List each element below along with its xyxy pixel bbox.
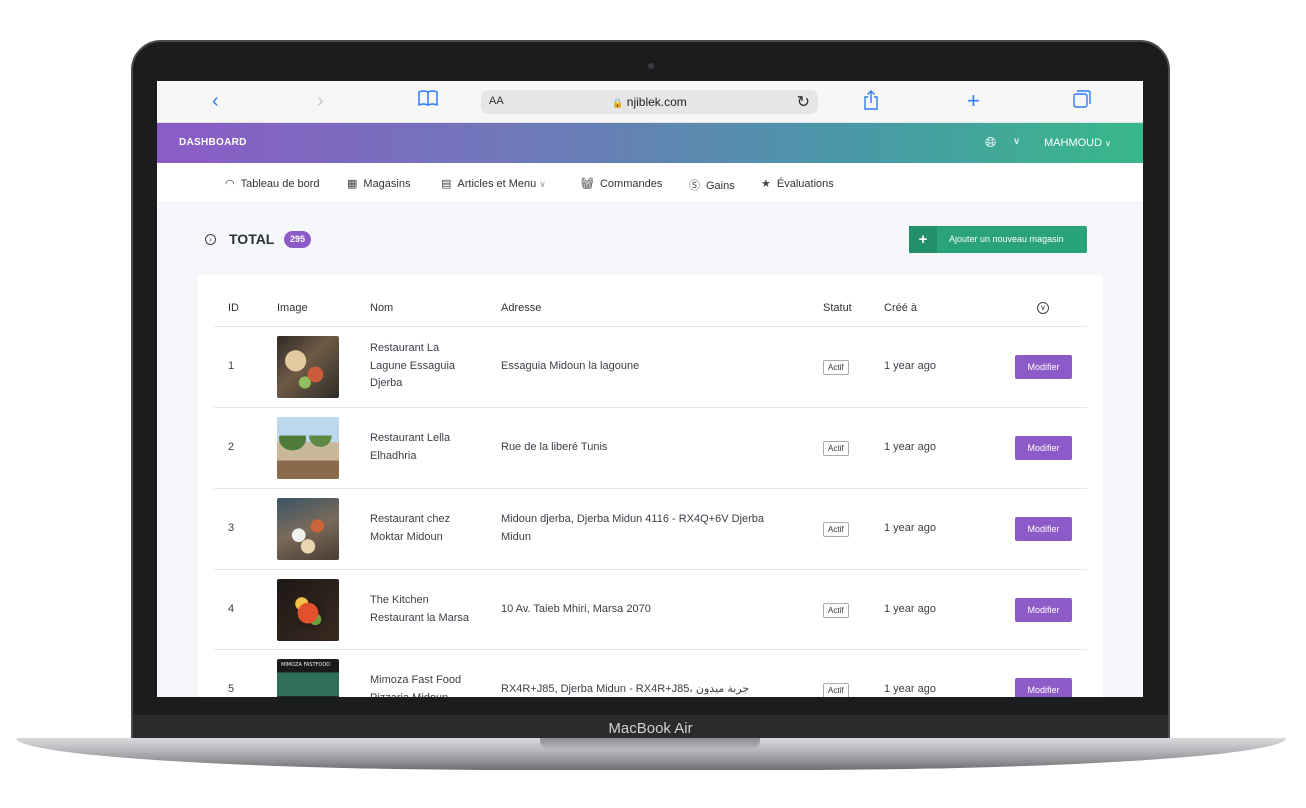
chevron-down-icon: ∨ — [539, 179, 546, 189]
url-text: njiblek.com — [626, 95, 687, 109]
plus-icon: + — [909, 226, 937, 253]
lock-icon: 🔒 — [612, 98, 624, 108]
reload-icon[interactable]: ↻ — [797, 92, 810, 112]
user-menu[interactable]: MAHMOUD ∨ — [1044, 137, 1111, 149]
store-address: Essaguia Midoun la lagoune — [501, 360, 640, 372]
row-id: 5 — [228, 683, 235, 695]
row-id: 4 — [228, 603, 235, 615]
add-store-button[interactable]: + Ajouter un nouveau magasin — [909, 226, 1087, 253]
status-badge: Actif — [823, 441, 849, 456]
chevron-circle-icon[interactable]: › — [205, 234, 216, 245]
column-address[interactable]: Adresse — [501, 302, 541, 314]
globe-icon[interactable]: 🌐︎ — [985, 134, 996, 151]
gauge-icon: ◠ — [225, 178, 235, 190]
forward-icon[interactable]: › — [317, 90, 324, 112]
brand-logo[interactable]: DASHBOARD — [179, 137, 247, 148]
store-name: Restaurant Lella Elhadhria — [370, 432, 451, 462]
total-count-badge: 295 — [284, 231, 312, 248]
nav-item-menu[interactable]: ▤ Articles et Menu ∨ — [441, 177, 546, 190]
store-image: MIMOZA FASTFOOD — [277, 659, 339, 697]
store-image — [277, 579, 339, 641]
store-address: RX4R+J85, Djerba Midun - RX4R+J85، جربة … — [501, 683, 750, 695]
status-badge: Actif — [823, 522, 849, 537]
nav-item-orders[interactable]: 🧺︎ Commandes — [580, 177, 662, 190]
table-row: 5 MIMOZA FASTFOOD Mimoza Fast Food Pizza… — [197, 650, 1103, 697]
nav-item-reviews[interactable]: ★ Évaluations — [761, 177, 834, 190]
created-at: 1 year ago — [884, 360, 936, 372]
screen: ‹ › AA 🔒 njiblek.com ↻ + DASHBOARD 🌐︎ ∨ … — [157, 81, 1143, 697]
store-name: Mimoza Fast Food Pizzaria Midoun — [370, 674, 462, 697]
store-image — [277, 498, 339, 560]
column-image: Image — [277, 302, 308, 314]
chevron-down-icon: ∨ — [1105, 139, 1111, 148]
bookmarks-icon[interactable] — [418, 90, 438, 113]
laptop-notch — [540, 738, 760, 750]
store-address: Midoun djerba, Djerba Midun 4116 - RX4Q+… — [501, 513, 765, 543]
edit-button[interactable]: Modifier — [1015, 517, 1072, 541]
store-image — [277, 336, 339, 398]
table-row: 4 The Kitchen Restaurant la Marsa 10 Av.… — [197, 570, 1103, 651]
nav-item-dashboard[interactable]: ◠ Tableau de bord — [225, 177, 320, 190]
row-id: 2 — [228, 441, 235, 453]
app-header: DASHBOARD 🌐︎ ∨ MAHMOUD ∨ — [157, 123, 1143, 163]
basket-icon: 🧺︎ — [580, 178, 594, 190]
edit-button[interactable]: Modifier — [1015, 598, 1072, 622]
store-icon: ▦ — [347, 178, 358, 190]
created-at: 1 year ago — [884, 522, 936, 534]
store-address: Rue de la liberé Tunis — [501, 441, 608, 453]
nav-item-stores[interactable]: ▦ Magasins — [347, 177, 410, 190]
back-icon[interactable]: ‹ — [212, 90, 219, 112]
tabs-icon[interactable] — [1073, 90, 1091, 113]
table-row: 2 Restaurant Lella Elhadhria Rue de la l… — [197, 408, 1103, 489]
status-badge: Actif — [823, 683, 849, 697]
row-id: 1 — [228, 360, 235, 372]
store-name: Restaurant chez Moktar Midoun — [370, 513, 451, 543]
created-at: 1 year ago — [884, 441, 936, 453]
address-bar[interactable]: AA 🔒 njiblek.com ↻ — [481, 90, 818, 114]
store-image — [277, 417, 339, 479]
columns-toggle-icon[interactable]: ∨ — [1037, 302, 1049, 314]
camera-icon — [648, 63, 654, 69]
edit-button[interactable]: Modifier — [1015, 436, 1072, 460]
edit-button[interactable]: Modifier — [1015, 678, 1072, 697]
coin-icon: Ⓢ — [689, 180, 700, 192]
created-at: 1 year ago — [884, 603, 936, 615]
store-name: The Kitchen Restaurant la Marsa — [370, 594, 470, 624]
row-id: 3 — [228, 522, 235, 534]
status-badge: Actif — [823, 360, 849, 375]
menu-icon: ▤ — [441, 178, 452, 190]
main-nav: ◠ Tableau de bord ▦ Magasins ▤ Articles et … — [157, 163, 1143, 203]
browser-toolbar: ‹ › AA 🔒 njiblek.com ↻ + — [157, 81, 1143, 123]
table-header: ID Image Nom Adresse Statut Créé à ∨ — [197, 275, 1103, 327]
table-row: 3 Restaurant chez Moktar Midoun Midoun d… — [197, 489, 1103, 570]
total-label: TOTAL — [229, 231, 275, 247]
nav-item-earnings[interactable]: Ⓢ Gains — [689, 177, 735, 193]
new-tab-icon[interactable]: + — [967, 90, 980, 112]
chevron-down-icon[interactable]: ∨ — [1013, 136, 1020, 147]
column-id[interactable]: ID — [228, 302, 239, 314]
column-name[interactable]: Nom — [370, 302, 393, 314]
share-icon[interactable] — [863, 90, 879, 115]
status-badge: Actif — [823, 603, 849, 618]
column-created[interactable]: Créé à — [884, 302, 917, 314]
created-at: 1 year ago — [884, 683, 936, 695]
table-row: 1 Restaurant La Lagune Essaguia Djerba E… — [197, 327, 1103, 408]
store-address: 10 Av. Taieb Mhiri, Marsa 2070 — [501, 603, 651, 615]
store-name: Restaurant La Lagune Essaguia Djerba — [370, 342, 456, 389]
star-icon: ★ — [761, 178, 771, 190]
column-status[interactable]: Statut — [823, 302, 852, 314]
edit-button[interactable]: Modifier — [1015, 355, 1072, 379]
stores-table: ID Image Nom Adresse Statut Créé à ∨ 1 R… — [197, 275, 1103, 697]
